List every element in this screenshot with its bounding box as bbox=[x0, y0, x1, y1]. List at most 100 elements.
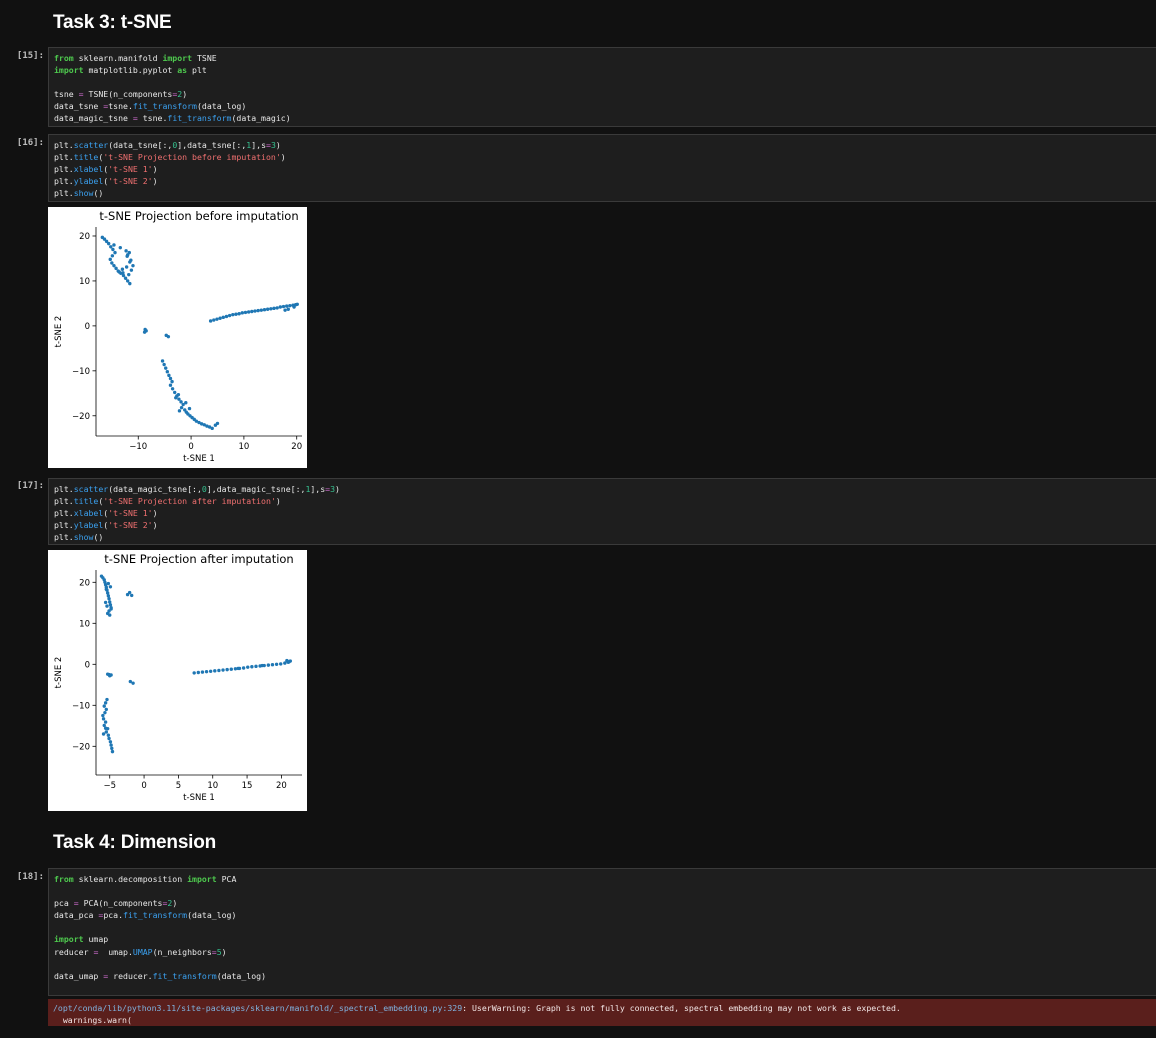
code-token: plt bbox=[187, 65, 207, 76]
code-token: pca bbox=[54, 898, 74, 909]
x-axis-label: t-SNE 1 bbox=[183, 793, 215, 803]
code-token: (data_magic_tsne[:, bbox=[108, 484, 202, 494]
y-tick-label: 10 bbox=[79, 619, 90, 629]
data-point bbox=[254, 664, 258, 669]
code-token: plt. bbox=[54, 496, 74, 507]
code-cell-16[interactable]: plt.scatter(data_tsne[:,0],data_tsne[:,1… bbox=[48, 134, 1156, 202]
code-editor[interactable]: from sklearn.manifold import TSNE import… bbox=[54, 52, 1151, 125]
code-token: ) bbox=[172, 898, 178, 909]
data-point bbox=[103, 710, 107, 715]
code-token: import bbox=[162, 53, 193, 63]
data-point bbox=[279, 662, 283, 666]
code-token: ],s bbox=[310, 484, 326, 494]
code-token: PCA(n_components bbox=[78, 898, 163, 909]
x-tick-label: 5 bbox=[176, 781, 181, 791]
code-token: 't-SNE 2' bbox=[108, 176, 153, 187]
data-point bbox=[179, 400, 183, 404]
code-token: 't-SNE 1' bbox=[108, 164, 153, 175]
code-token: 't-SNE 1' bbox=[108, 508, 153, 519]
code-token: plt. bbox=[54, 508, 74, 519]
code-token: ) bbox=[182, 89, 188, 100]
data-point bbox=[213, 669, 217, 673]
data-point bbox=[160, 359, 165, 363]
data-point bbox=[227, 313, 232, 318]
data-point bbox=[266, 663, 271, 667]
code-token: data_pca bbox=[54, 910, 99, 921]
code-token: TSNE(n_components bbox=[83, 89, 173, 100]
prompt-17: [17]: bbox=[16, 481, 44, 491]
data-point bbox=[103, 600, 108, 605]
data-point bbox=[269, 307, 273, 311]
data-point bbox=[106, 733, 111, 737]
code-token: ) bbox=[275, 496, 281, 507]
code-editor[interactable]: from sklearn.decomposition import PCA pc… bbox=[54, 873, 1151, 982]
code-token: ) bbox=[275, 140, 281, 150]
data-point bbox=[243, 310, 248, 315]
data-point bbox=[288, 303, 292, 308]
data-point bbox=[179, 405, 184, 410]
data-point bbox=[111, 247, 115, 252]
data-point bbox=[102, 704, 106, 708]
code-token: (data_tsne[:, bbox=[108, 140, 173, 150]
data-point bbox=[128, 281, 132, 286]
data-point bbox=[224, 314, 229, 319]
code-token: matplotlib.pyplot bbox=[83, 65, 178, 76]
data-point bbox=[128, 260, 132, 264]
data-point bbox=[218, 316, 222, 320]
code-token: () bbox=[93, 188, 104, 199]
data-point bbox=[103, 720, 108, 724]
data-point bbox=[124, 249, 128, 253]
code-token: (n_neighbors bbox=[152, 946, 212, 957]
data-point bbox=[283, 308, 287, 312]
code-cell-15[interactable]: from sklearn.manifold import TSNE import… bbox=[48, 47, 1156, 127]
data-point bbox=[168, 376, 173, 381]
data-point bbox=[105, 697, 109, 702]
data-point bbox=[275, 306, 279, 310]
code-token: UMAP bbox=[132, 946, 153, 957]
data-point bbox=[127, 250, 131, 255]
code-token: umap. bbox=[98, 946, 133, 957]
data-point bbox=[104, 707, 108, 712]
code-token: from bbox=[54, 874, 74, 884]
output-figure-after: t-SNE Projection after imputation −5 0 5 10 1… bbox=[48, 550, 307, 811]
data-point bbox=[131, 681, 135, 685]
scatter-chart-before: t-SNE Projection before imputation −10 0 10… bbox=[54, 209, 302, 464]
y-tick-label: 20 bbox=[79, 232, 90, 242]
code-token: xlabel bbox=[73, 164, 104, 175]
code-token: data_tsne bbox=[54, 101, 104, 112]
data-point bbox=[287, 660, 291, 664]
data-point bbox=[104, 587, 108, 591]
data-point bbox=[204, 669, 209, 674]
data-point bbox=[125, 592, 130, 597]
code-cell-18[interactable]: from sklearn.decomposition import PCA pc… bbox=[48, 868, 1156, 996]
code-token: 't-SNE 2' bbox=[108, 520, 153, 531]
data-point bbox=[142, 330, 147, 334]
data-point bbox=[265, 307, 270, 311]
y-tick-label: 20 bbox=[79, 578, 90, 588]
data-point bbox=[106, 594, 111, 598]
code-token: reducer. bbox=[108, 970, 153, 981]
data-point bbox=[240, 311, 245, 315]
code-editor[interactable]: plt.scatter(data_magic_tsne[:,0],data_ma… bbox=[54, 483, 1151, 543]
data-point bbox=[117, 270, 121, 274]
x-tick-label: 0 bbox=[141, 781, 146, 791]
data-point bbox=[168, 383, 173, 387]
data-point bbox=[129, 268, 134, 272]
code-token: (data_log) bbox=[187, 910, 237, 921]
y-axis-label: t-SNE 2 bbox=[54, 316, 64, 348]
code-token: plt. bbox=[54, 152, 74, 163]
data-point bbox=[184, 401, 188, 405]
data-point bbox=[208, 319, 213, 323]
data-point bbox=[164, 366, 168, 370]
code-cell-17[interactable]: plt.scatter(data_magic_tsne[:,0],data_ma… bbox=[48, 478, 1156, 545]
code-token: ) bbox=[280, 152, 286, 163]
stderr-output: /opt/conda/lib/python3.11/site-packages/… bbox=[48, 999, 1156, 1026]
code-token: TSNE bbox=[192, 53, 217, 63]
code-token: scatter bbox=[73, 140, 109, 150]
data-point bbox=[256, 308, 260, 313]
data-point bbox=[295, 302, 299, 307]
data-point bbox=[259, 308, 264, 312]
code-token: tsne. bbox=[137, 113, 168, 124]
code-editor[interactable]: plt.scatter(data_tsne[:,0],data_tsne[:,1… bbox=[54, 139, 1151, 199]
y-tick-label: −10 bbox=[72, 701, 90, 711]
